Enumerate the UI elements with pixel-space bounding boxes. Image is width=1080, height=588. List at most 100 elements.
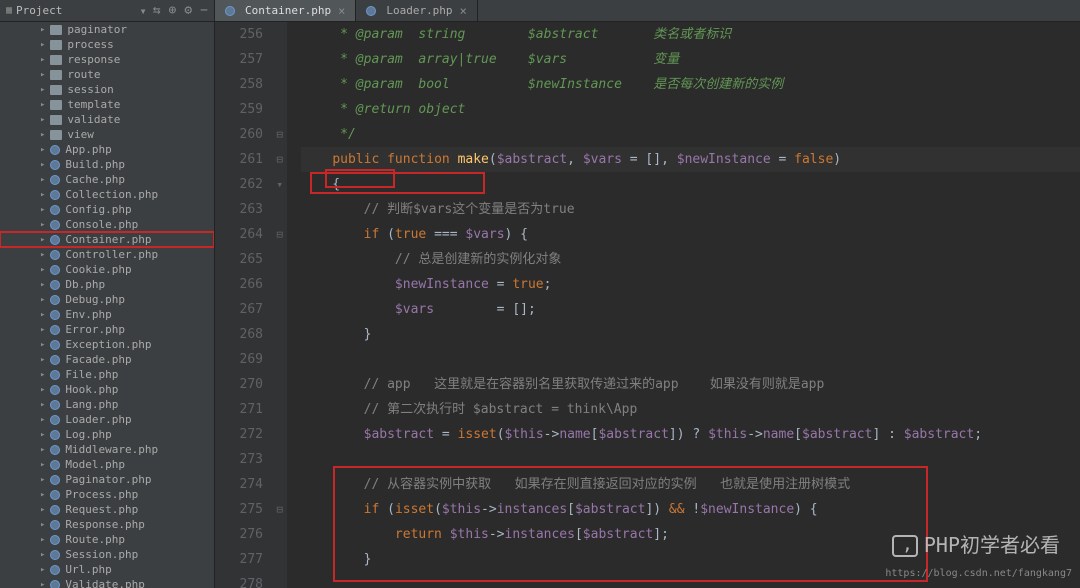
dropdown-icon[interactable]: ▾ bbox=[139, 4, 146, 18]
file-item[interactable]: Console.php bbox=[0, 217, 214, 232]
code-line[interactable]: $abstract = isset($this->name[$abstract]… bbox=[301, 422, 1080, 447]
line-number: 270 bbox=[215, 372, 263, 397]
php-file-icon bbox=[50, 175, 60, 185]
file-item[interactable]: Error.php bbox=[0, 322, 214, 337]
gear-icon[interactable]: ⚙ bbox=[184, 3, 192, 18]
folder-item[interactable]: response bbox=[0, 52, 214, 67]
editor-tab[interactable]: Container.php× bbox=[215, 0, 356, 21]
code-line[interactable]: $vars = []; bbox=[301, 297, 1080, 322]
file-item[interactable]: Exception.php bbox=[0, 337, 214, 352]
line-number: 256 bbox=[215, 22, 263, 47]
file-item[interactable]: App.php bbox=[0, 142, 214, 157]
fold-marker bbox=[276, 72, 283, 97]
php-file-icon bbox=[50, 520, 60, 530]
folder-item[interactable]: template bbox=[0, 97, 214, 112]
code-line[interactable]: * @param array|true $vars 变量 bbox=[301, 47, 1080, 72]
file-item[interactable]: Hook.php bbox=[0, 382, 214, 397]
file-item[interactable]: Cache.php bbox=[0, 172, 214, 187]
file-item[interactable]: Loader.php bbox=[0, 412, 214, 427]
fold-marker[interactable]: ⊟ bbox=[276, 122, 283, 147]
fold-marker bbox=[276, 97, 283, 122]
php-file-icon bbox=[50, 190, 60, 200]
file-tree[interactable]: paginatorprocessresponseroutesessiontemp… bbox=[0, 22, 214, 588]
file-item[interactable]: Env.php bbox=[0, 307, 214, 322]
file-item[interactable]: Url.php bbox=[0, 562, 214, 577]
folder-item[interactable]: view bbox=[0, 127, 214, 142]
fold-marker bbox=[276, 47, 283, 72]
code-line[interactable] bbox=[301, 447, 1080, 472]
code-line[interactable]: // 第二次执行时 $abstract = think\App bbox=[301, 397, 1080, 422]
code-line[interactable]: * @return object bbox=[301, 97, 1080, 122]
file-item[interactable]: Config.php bbox=[0, 202, 214, 217]
code-line[interactable] bbox=[301, 347, 1080, 372]
php-file-icon bbox=[50, 160, 60, 170]
fold-marker[interactable]: ⊟ bbox=[276, 222, 283, 247]
line-number: 275 bbox=[215, 497, 263, 522]
php-file-icon bbox=[225, 6, 235, 16]
code-line[interactable]: } bbox=[301, 322, 1080, 347]
file-item[interactable]: File.php bbox=[0, 367, 214, 382]
folder-item[interactable]: route bbox=[0, 67, 214, 82]
line-number: 269 bbox=[215, 347, 263, 372]
file-item[interactable]: Request.php bbox=[0, 502, 214, 517]
folder-item[interactable]: validate bbox=[0, 112, 214, 127]
file-item[interactable]: Log.php bbox=[0, 427, 214, 442]
line-number: 268 bbox=[215, 322, 263, 347]
file-item[interactable]: Debug.php bbox=[0, 292, 214, 307]
code-line[interactable]: // 判断$vars这个变量是否为true bbox=[301, 197, 1080, 222]
line-number: 258 bbox=[215, 72, 263, 97]
footer-url: https://blog.csdn.net/fangkang7 bbox=[885, 561, 1072, 586]
code-line[interactable]: // 从容器实例中获取 如果存在则直接返回对应的实例 也就是使用注册树模式 bbox=[301, 472, 1080, 497]
php-file-icon bbox=[50, 280, 60, 290]
code-line[interactable]: if (true === $vars) { bbox=[301, 222, 1080, 247]
fold-marker bbox=[276, 572, 283, 588]
file-item[interactable]: Paginator.php bbox=[0, 472, 214, 487]
file-item[interactable]: Session.php bbox=[0, 547, 214, 562]
php-file-icon bbox=[50, 265, 60, 275]
line-number: 262 bbox=[215, 172, 263, 197]
code-line[interactable]: */ bbox=[301, 122, 1080, 147]
file-item[interactable]: Route.php bbox=[0, 532, 214, 547]
code-content[interactable]: PHP初学者必看 https://blog.csdn.net/fangkang7… bbox=[287, 22, 1080, 588]
file-item[interactable]: Model.php bbox=[0, 457, 214, 472]
close-icon[interactable]: × bbox=[338, 4, 345, 18]
file-item[interactable]: Db.php bbox=[0, 277, 214, 292]
file-item[interactable]: Validate.php bbox=[0, 577, 214, 588]
fold-marker[interactable]: ⊟ bbox=[276, 497, 283, 522]
code-line[interactable]: // app 这里就是在容器别名里获取传递过来的app 如果没有则就是app bbox=[301, 372, 1080, 397]
file-item[interactable]: Middleware.php bbox=[0, 442, 214, 457]
code-line[interactable]: * @param bool $newInstance 是否每次创建新的实例 bbox=[301, 72, 1080, 97]
code-line[interactable]: * @param string $abstract 类名或者标识 bbox=[301, 22, 1080, 47]
fold-marker bbox=[276, 297, 283, 322]
code-line[interactable]: // 总是创建新的实例化对象 bbox=[301, 247, 1080, 272]
file-item[interactable]: Response.php bbox=[0, 517, 214, 532]
watermark-text: PHP初学者必看 bbox=[924, 533, 1060, 558]
close-icon[interactable]: × bbox=[460, 4, 467, 18]
editor-area: Container.php×Loader.php× 25625725825926… bbox=[215, 0, 1080, 588]
file-item[interactable]: Process.php bbox=[0, 487, 214, 502]
php-file-icon bbox=[50, 295, 60, 305]
file-item[interactable]: Build.php bbox=[0, 157, 214, 172]
fold-marker[interactable]: ⊟ bbox=[276, 147, 283, 172]
file-item[interactable]: Container.php bbox=[0, 232, 214, 247]
file-item[interactable]: Facade.php bbox=[0, 352, 214, 367]
line-number: 276 bbox=[215, 522, 263, 547]
editor-tab[interactable]: Loader.php× bbox=[356, 0, 477, 21]
line-number: 264 bbox=[215, 222, 263, 247]
target-icon[interactable]: ⊕ bbox=[169, 3, 177, 18]
folder-icon bbox=[50, 40, 62, 50]
file-item[interactable]: Controller.php bbox=[0, 247, 214, 262]
code-line[interactable]: { bbox=[301, 172, 1080, 197]
hide-icon[interactable]: − bbox=[200, 3, 208, 18]
code-line[interactable]: $newInstance = true; bbox=[301, 272, 1080, 297]
file-item[interactable]: Lang.php bbox=[0, 397, 214, 412]
code-line[interactable]: public function make($abstract, $vars = … bbox=[301, 147, 1080, 172]
code-line[interactable]: if (isset($this->instances[$abstract]) &… bbox=[301, 497, 1080, 522]
file-item[interactable]: Collection.php bbox=[0, 187, 214, 202]
folder-item[interactable]: paginator bbox=[0, 22, 214, 37]
folder-item[interactable]: session bbox=[0, 82, 214, 97]
file-item[interactable]: Cookie.php bbox=[0, 262, 214, 277]
collapse-icon[interactable]: ⇆ bbox=[153, 3, 161, 18]
fold-marker[interactable]: ▾ bbox=[276, 172, 283, 197]
folder-item[interactable]: process bbox=[0, 37, 214, 52]
